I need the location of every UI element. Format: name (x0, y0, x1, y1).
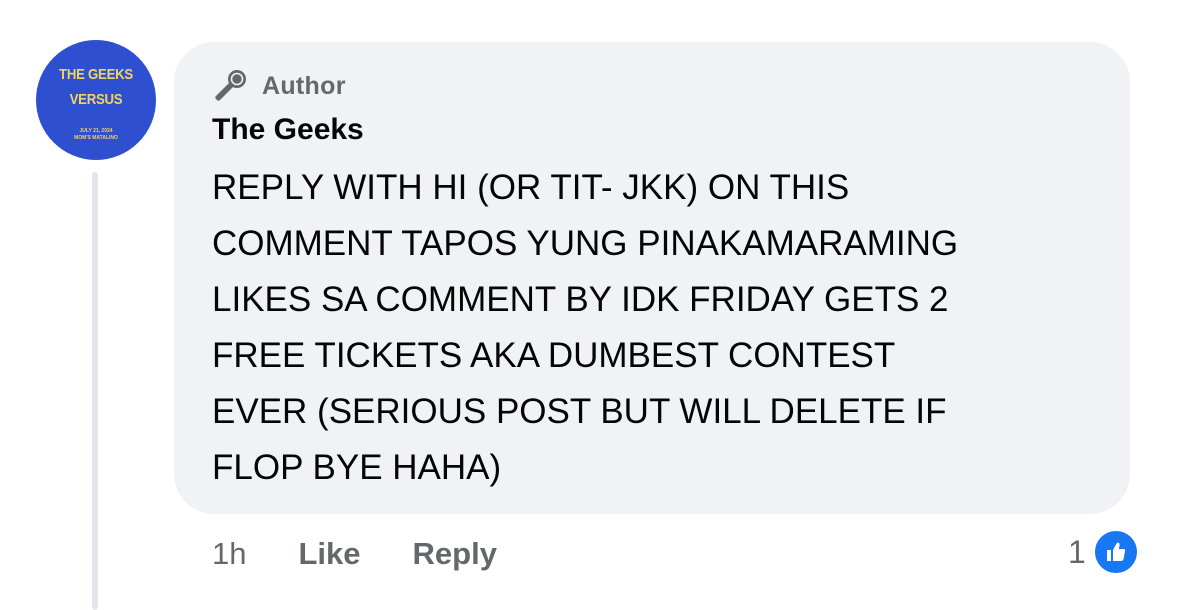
comment-timestamp[interactable]: 1h (212, 536, 246, 572)
reaction-summary[interactable]: 1 (1068, 526, 1140, 578)
avatar[interactable]: THE GEEKS VERSUS JULY 21, 2024 MOM'S MAT… (36, 40, 156, 160)
author-badge: Author (212, 66, 346, 106)
comment-actions: 1h Like Reply (212, 530, 549, 578)
comment-text: REPLY WITH HI (OR TIT- JKK) ON THIS COMM… (212, 168, 959, 487)
avatar-small-text1: JULY 21, 2024 (79, 128, 113, 134)
microphone-icon (212, 68, 248, 104)
reply-button[interactable]: Reply (413, 536, 497, 572)
comment-thread: THE GEEKS VERSUS JULY 21, 2024 MOM'S MAT… (0, 0, 1179, 610)
thread-connector-line (92, 172, 98, 610)
like-button[interactable]: Like (298, 536, 360, 572)
comment-author-name[interactable]: The Geeks (212, 113, 364, 147)
reaction-count: 1 (1068, 533, 1086, 570)
avatar-text-line1: THE GEEKS (59, 66, 133, 83)
avatar-small-text2: MOM'S MATALINO (74, 135, 118, 141)
thumbs-up-icon (1091, 528, 1140, 576)
avatar-text-line2: VERSUS (69, 91, 123, 108)
author-badge-label: Author (262, 71, 346, 100)
